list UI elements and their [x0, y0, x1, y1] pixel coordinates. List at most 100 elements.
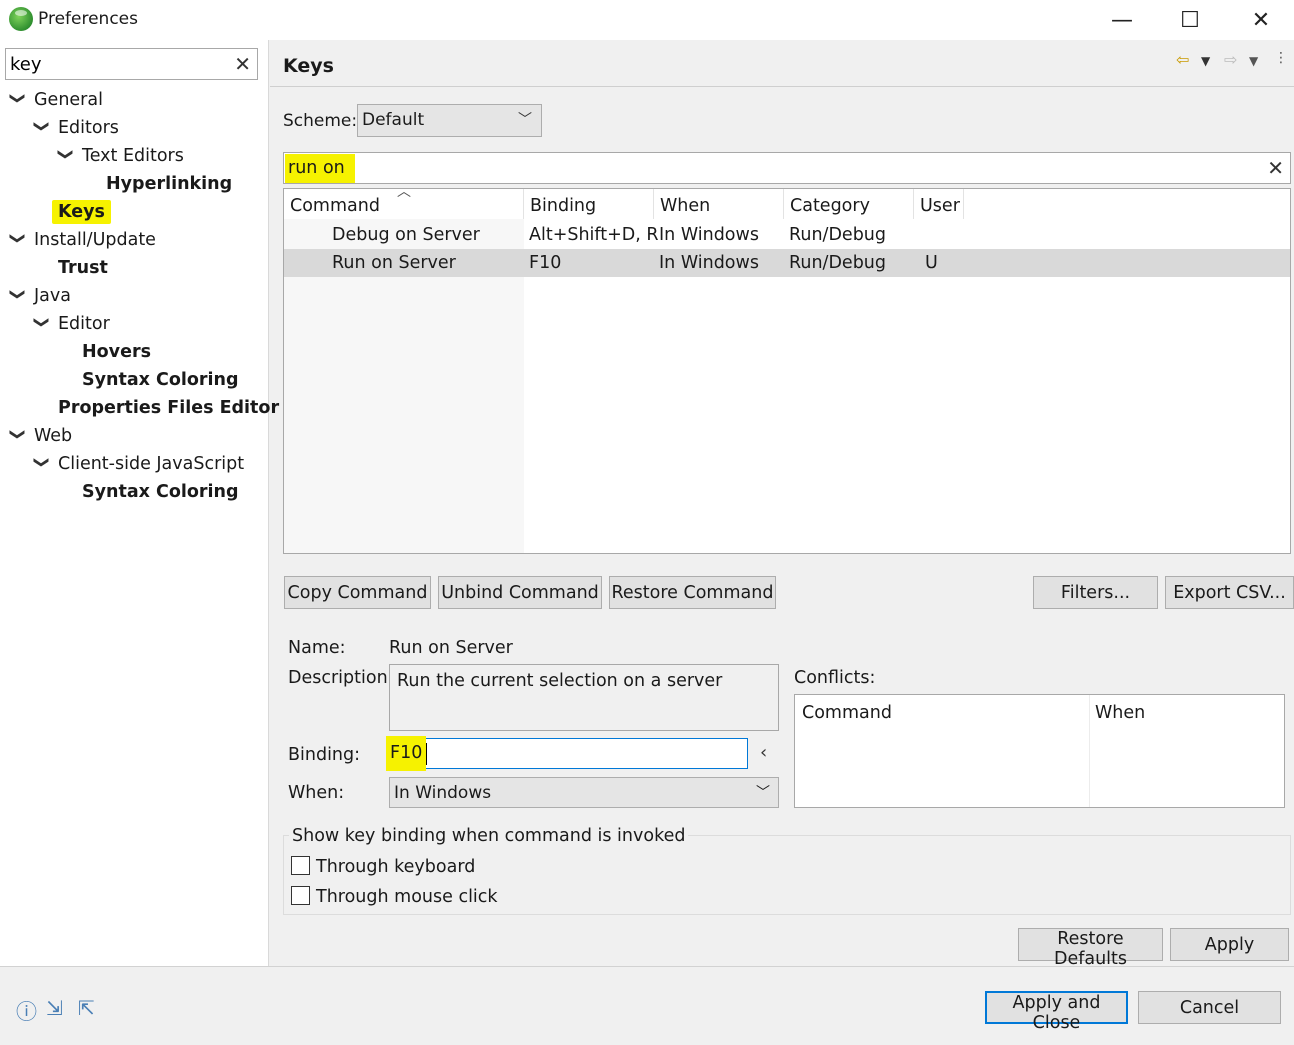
column-header-user[interactable]: User — [914, 189, 964, 219]
chevron-down-icon[interactable]: ❯ — [28, 456, 56, 472]
binding-input[interactable]: F10 — [386, 736, 748, 771]
cell-command: Debug on Server — [332, 225, 480, 245]
tree-item-label: Web — [34, 426, 73, 446]
command-filter-input[interactable]: run on ✕ — [283, 152, 1291, 184]
column-divider — [1089, 695, 1090, 807]
tree-item-text-editors[interactable]: ❯ Text Editors — [57, 142, 184, 170]
description-label: Description: — [288, 668, 394, 688]
when-select[interactable]: In Windows ﹀ — [389, 777, 779, 808]
import-icon[interactable]: ⇲ — [46, 996, 63, 1020]
restore-command-button[interactable]: Restore Command — [609, 576, 776, 609]
filters-button[interactable]: Filters... — [1033, 576, 1158, 609]
tree-item-label: Keys — [52, 200, 111, 224]
conflicts-table[interactable]: Command When — [794, 694, 1285, 808]
chevron-down-icon: ﹀ — [756, 785, 770, 801]
restore-defaults-button[interactable]: Restore Defaults — [1018, 928, 1163, 969]
when-value: In Windows — [394, 783, 492, 803]
page-header — [270, 40, 1294, 87]
tree-item-label: Client-side JavaScript — [58, 454, 245, 474]
tree-item-web[interactable]: ❯ Web — [9, 422, 73, 450]
text-cursor — [426, 743, 427, 765]
apply-and-close-button[interactable]: Apply and Close — [985, 991, 1128, 1033]
export-csv-button[interactable]: Export CSV... — [1165, 576, 1294, 609]
footer-divider — [0, 966, 1294, 967]
chevron-down-icon[interactable]: ❯ — [4, 92, 32, 108]
cell-command: Run on Server — [332, 253, 456, 273]
cell-user: U — [925, 253, 938, 273]
sort-ascending-icon: ︿ — [397, 188, 411, 200]
through-mouse-click-label[interactable]: Through mouse click — [316, 887, 498, 907]
name-value: Run on Server — [389, 638, 513, 658]
back-arrow-icon[interactable]: ⇦ — [1176, 50, 1189, 69]
tree-filter: ✕ — [5, 48, 258, 80]
tree-item-java[interactable]: ❯ Java — [9, 282, 71, 310]
when-label: When: — [288, 783, 345, 803]
tree-item-label: Text Editors — [82, 146, 184, 166]
through-keyboard-checkbox[interactable] — [291, 856, 310, 875]
tree-item-label: Java — [34, 286, 71, 306]
tree-item-label: General — [34, 90, 103, 110]
tree-item-trust[interactable]: Trust — [58, 254, 108, 282]
through-mouse-click-checkbox[interactable] — [291, 886, 310, 905]
cell-binding: F10 — [529, 253, 562, 273]
view-menu-icon[interactable]: ⋮ — [1274, 50, 1288, 66]
forward-menu-chevron-icon[interactable]: ▼ — [1249, 54, 1258, 68]
chevron-down-icon[interactable]: ❯ — [4, 288, 32, 304]
table-row-selected[interactable]: Run on Server F10 In Windows Run/Debug U — [284, 249, 1290, 277]
chevron-down-icon[interactable]: ❯ — [4, 428, 32, 444]
conflicts-column-when[interactable]: When — [1095, 703, 1145, 723]
tree-item-hovers[interactable]: Hovers — [82, 338, 151, 366]
tree-item-hyperlinking[interactable]: Hyperlinking — [106, 170, 232, 198]
through-keyboard-label[interactable]: Through keyboard — [316, 857, 475, 877]
apply-button[interactable]: Apply — [1170, 928, 1289, 961]
conflicts-label: Conflicts: — [794, 668, 876, 688]
clear-filter-icon[interactable]: ✕ — [234, 52, 251, 76]
chevron-down-icon: ﹀ — [518, 112, 532, 128]
binding-label: Binding: — [288, 745, 361, 765]
chevron-down-icon[interactable]: ❯ — [28, 120, 56, 136]
conflicts-column-command[interactable]: Command — [802, 703, 892, 723]
column-header-binding[interactable]: Binding — [524, 189, 654, 219]
minimize-icon[interactable]: — — [1092, 4, 1152, 36]
tree-item-label: Install/Update — [34, 230, 156, 250]
tree-item-install-update[interactable]: ❯ Install/Update — [9, 226, 156, 254]
tree-item-java-syntax-coloring[interactable]: Syntax Coloring — [82, 366, 239, 394]
scheme-select[interactable]: Default ﹀ — [357, 104, 542, 137]
export-icon[interactable]: ⇱ — [78, 996, 95, 1020]
name-label: Name: — [288, 638, 346, 658]
key-bindings-table[interactable]: Command ︿ Binding When Category User Deb… — [283, 188, 1291, 554]
chevron-down-icon[interactable]: ❯ — [52, 148, 80, 164]
description-field: Run the current selection on a server — [389, 664, 779, 731]
tree-item-label: Editor — [58, 314, 110, 334]
tree-item-properties-files-editor[interactable]: Properties Files Editor — [58, 394, 279, 422]
binding-modifier-menu-icon[interactable]: ‹ — [760, 742, 767, 763]
back-menu-chevron-icon[interactable]: ▼ — [1201, 54, 1210, 68]
clear-filter-icon[interactable]: ✕ — [1267, 156, 1284, 180]
chevron-down-icon[interactable]: ❯ — [4, 232, 32, 248]
tree-item-java-editor[interactable]: ❯ Editor — [33, 310, 110, 338]
unbind-command-button[interactable]: Unbind Command — [438, 576, 602, 609]
copy-command-button[interactable]: Copy Command — [284, 576, 431, 609]
scheme-value: Default — [362, 110, 425, 130]
command-filter-value: run on — [285, 154, 355, 183]
show-binding-group-title: Show key binding when command is invoked — [289, 826, 689, 846]
cancel-button[interactable]: Cancel — [1138, 991, 1281, 1024]
tree-filter-input[interactable] — [10, 51, 230, 77]
column-header-category[interactable]: Category — [784, 189, 914, 219]
binding-value: F10 — [386, 736, 427, 771]
scheme-label: Scheme: — [283, 111, 358, 131]
cell-category: Run/Debug — [789, 253, 887, 273]
table-row[interactable]: Debug on Server Alt+Shift+D, R In Window… — [284, 221, 1290, 249]
maximize-icon[interactable]: ☐ — [1160, 4, 1220, 36]
help-icon[interactable]: ⓘ — [16, 996, 37, 1026]
column-header-when[interactable]: When — [654, 189, 784, 219]
forward-arrow-icon[interactable]: ⇨ — [1224, 50, 1237, 69]
tree-item-client-side-javascript[interactable]: ❯ Client-side JavaScript — [33, 450, 245, 478]
tree-item-js-syntax-coloring[interactable]: Syntax Coloring — [82, 478, 239, 506]
cell-category: Run/Debug — [789, 225, 887, 245]
tree-item-editors[interactable]: ❯ Editors — [33, 114, 119, 142]
tree-item-keys[interactable]: Keys — [52, 198, 111, 226]
tree-item-general[interactable]: ❯ General — [9, 86, 103, 114]
close-icon[interactable]: ✕ — [1231, 4, 1291, 36]
chevron-down-icon[interactable]: ❯ — [28, 316, 56, 332]
